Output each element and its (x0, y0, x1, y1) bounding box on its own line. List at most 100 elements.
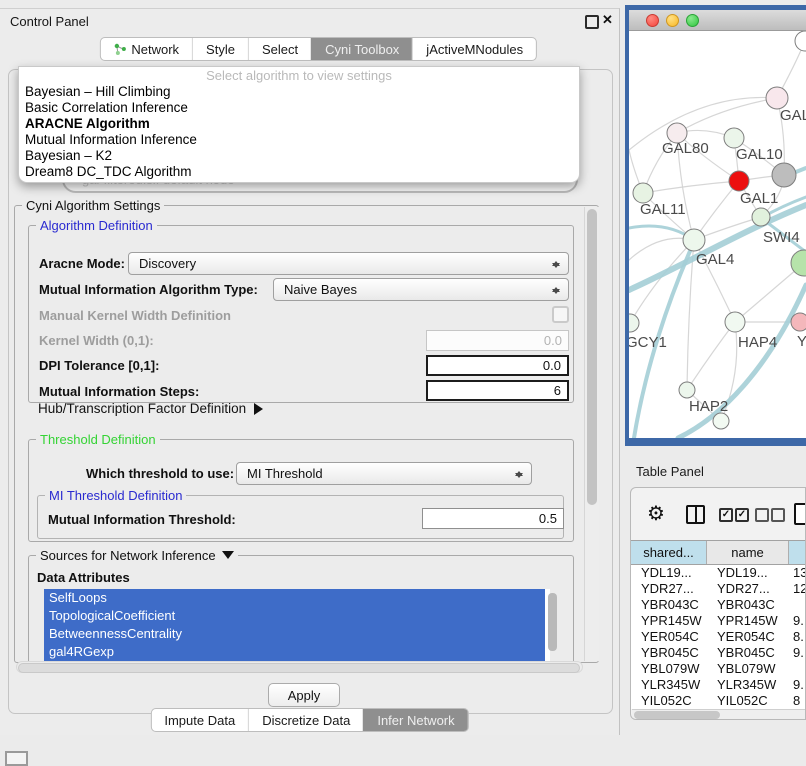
table-row[interactable]: YPR145WYPR145W9. (631, 613, 806, 629)
table-row[interactable]: YER054CYER054C8. (631, 629, 806, 645)
which-threshold-combo[interactable]: MI Threshold (236, 462, 532, 485)
attribute-item[interactable]: BetweennessCentrality (44, 625, 545, 643)
collapsed-arrow-icon (254, 403, 269, 415)
network-node-gal[interactable] (766, 87, 788, 109)
split-columns-icon[interactable] (686, 505, 705, 524)
mi-threshold-input[interactable]: 0.5 (422, 508, 564, 529)
network-window-titlebar[interactable] (629, 10, 806, 31)
node-label: GAL (780, 107, 806, 124)
table-cell: YDR27... (631, 581, 707, 597)
combo-spinner-icon (551, 257, 561, 272)
network-node-hap4[interactable] (725, 312, 745, 332)
algorithm-option[interactable]: Bayesian – Hill Climbing (19, 84, 579, 100)
network-canvas[interactable]: GALGAL80GAL10GAL1GAL11SWI4GAL4GCY1HAP4YH… (629, 31, 806, 438)
table-row[interactable]: YBR043CYBR043C (631, 597, 806, 613)
gear-icon[interactable]: ⚙ (647, 502, 665, 526)
algorithm-option[interactable]: Dream8 DC_TDC Algorithm (19, 164, 579, 180)
algorithm-option[interactable]: Bayesian – K2 (19, 148, 579, 164)
combo-spinner-icon (551, 283, 561, 298)
settings-horizontal-scrollbar[interactable] (16, 661, 583, 673)
table-row[interactable]: YBL079WYBL079W (631, 661, 806, 677)
network-node[interactable] (713, 413, 729, 429)
network-node-gal10[interactable] (724, 128, 744, 148)
network-node-swi4[interactable] (752, 208, 770, 226)
tab-style[interactable]: Style (192, 38, 248, 60)
column-header-name[interactable]: name (707, 541, 789, 564)
tab-jactivemnodules[interactable]: jActiveMNodules (412, 38, 536, 60)
close-window-icon[interactable] (646, 14, 659, 27)
algorithm-option[interactable]: Mutual Information Inference (19, 132, 579, 148)
tab-network[interactable]: Network (100, 38, 192, 60)
tab-cyni-toolbox[interactable]: Cyni Toolbox (311, 38, 412, 60)
table-row[interactable]: YBR045CYBR045C9. (631, 645, 806, 661)
mi-threshold-group: MI Threshold Definition Mutual Informati… (37, 495, 564, 539)
cut-panel-icon[interactable] (5, 751, 28, 766)
scrollbar-thumb[interactable] (18, 663, 580, 673)
settings-vertical-scrollbar[interactable] (584, 207, 599, 661)
manual-kernel-checkbox[interactable] (552, 306, 569, 323)
table-cell (789, 661, 806, 677)
hub-definition-label: Hub/Transcription Factor Definition (38, 401, 246, 416)
dpi-tolerance-input[interactable]: 0.0 (426, 355, 569, 376)
scrollbar-thumb[interactable] (634, 711, 720, 719)
algorithm-definition-title: Algorithm Definition (36, 218, 157, 233)
table-cell: YBL079W (707, 661, 789, 677)
network-node-gal11[interactable] (633, 183, 653, 203)
close-panel-icon[interactable]: ✕ (602, 12, 613, 28)
column-header-partial[interactable] (789, 541, 806, 564)
kernel-width-input[interactable]: 0.0 (426, 330, 569, 351)
table-row[interactable]: YLR345WYLR345W9. (631, 677, 806, 693)
node-label: SWI4 (763, 229, 800, 246)
algorithm-option[interactable]: Basic Correlation Inference (19, 100, 579, 116)
float-panel-icon[interactable] (585, 15, 599, 29)
network-edge[interactable] (677, 98, 777, 133)
tab-select[interactable]: Select (248, 38, 311, 60)
attributes-scrollbar[interactable] (548, 593, 557, 651)
attribute-item[interactable]: TopologicalCoefficient (44, 607, 545, 625)
hub-definition-toggle[interactable]: Hub/Transcription Factor Definition (38, 401, 269, 416)
network-node[interactable] (772, 163, 796, 187)
network-node[interactable] (795, 31, 806, 51)
network-node-gal1[interactable] (729, 171, 749, 191)
algorithm-option[interactable]: ARACNE Algorithm (19, 116, 579, 132)
network-node-gcy1[interactable] (629, 314, 639, 332)
table-row[interactable]: YIL052CYIL052C8 (631, 693, 806, 709)
table-header-row: shared...name (631, 540, 806, 565)
network-edge[interactable] (630, 240, 694, 323)
minimize-window-icon[interactable] (666, 14, 679, 27)
sources-group-label: Sources for Network Inference (40, 548, 216, 563)
network-edge[interactable] (643, 181, 739, 193)
mi-type-combo[interactable]: Naive Bayes (273, 278, 569, 301)
zoom-window-icon[interactable] (686, 14, 699, 27)
attribute-item[interactable]: gal4RGexp (44, 643, 545, 661)
tab-discretize-data[interactable]: Discretize Data (248, 709, 363, 731)
mi-threshold-group-title: MI Threshold Definition (45, 488, 186, 503)
threshold-definition-title: Threshold Definition (36, 432, 160, 447)
network-edge-thick[interactable] (678, 285, 806, 438)
unchecked-checkbox-icon[interactable] (771, 508, 785, 522)
tab-infer-network[interactable]: Infer Network (363, 709, 467, 731)
scrollbar-thumb[interactable] (587, 209, 597, 505)
table-cell: YER054C (707, 629, 789, 645)
network-edge[interactable] (687, 322, 735, 390)
table-cell: 12 (789, 581, 806, 597)
node-label: GAL10 (736, 146, 783, 163)
apply-button[interactable]: Apply (268, 683, 340, 707)
network-node-y[interactable] (791, 313, 806, 331)
table-cell: YBR045C (707, 645, 789, 661)
table-row[interactable]: YDL19...YDL19...13 (631, 565, 806, 581)
network-node-hap2[interactable] (679, 382, 695, 398)
column-header-shared...[interactable]: shared... (631, 541, 707, 564)
network-node-gal4[interactable] (683, 229, 705, 251)
sources-group-title[interactable]: Sources for Network Inference (36, 548, 238, 563)
aracne-mode-combo[interactable]: Discovery (128, 252, 569, 275)
table-horizontal-scrollbar[interactable] (632, 709, 806, 720)
unchecked-checkbox-icon[interactable] (755, 508, 769, 522)
attribute-item[interactable]: SelfLoops (44, 589, 545, 607)
checked-checkbox-icon[interactable]: ✓ (735, 508, 749, 522)
document-icon[interactable] (794, 503, 806, 525)
mi-steps-input[interactable]: 6 (426, 380, 569, 401)
tab-impute-data[interactable]: Impute Data (151, 709, 248, 731)
checked-checkbox-icon[interactable]: ✓ (719, 508, 733, 522)
table-row[interactable]: YDR27...YDR27...12 (631, 581, 806, 597)
